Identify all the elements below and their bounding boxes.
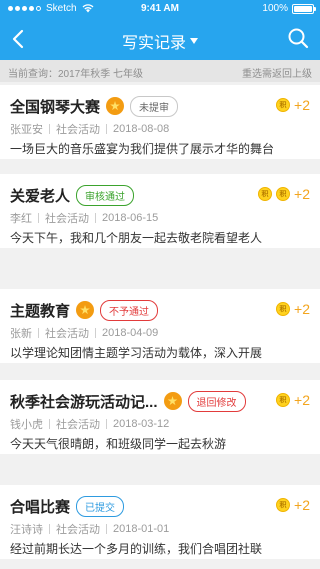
star-icon [167,396,178,406]
divider [95,213,96,223]
divider [38,213,39,223]
record-description: 一场巨大的音乐盛宴为我们提供了展示才华的舞台 [10,142,275,156]
status-badge: 审核通过 [76,184,135,206]
star-icon [80,305,90,315]
coin-icon: 积 [276,302,291,316]
points-indicator: 积积 +2 [258,186,310,202]
record-description: 经过前期长达一个多月的训练，我们合唱团社联 [10,542,263,556]
record-card[interactable]: 主题教育 不予通过 积 +2 张新 社会活动 2018-04-09 以学理论知团情主题学习活动… [0,289,320,363]
current-query: 当前查询：2017年秋季 七年级 [8,69,144,80]
reselect-link[interactable]: 重选需返回上级 [242,65,312,80]
status-bar: Sketch 9:41 AM 100% [0,0,320,18]
record-date: 2018-06-15 [102,212,159,224]
record-title: 主题教育 [10,302,71,320]
medal-icon [163,392,182,410]
divider [38,328,39,338]
record-title: 合唱比赛 [10,498,71,516]
status-badge: 未提审 [130,95,179,117]
record-date: 2018-03-12 [113,418,170,430]
record-date: 2018-01-01 [113,523,170,535]
status-badge: 已提交 [76,495,125,517]
coin-icon: 积 [276,98,291,112]
record-date: 2018-04-09 [102,327,159,339]
query-bar: 当前查询：2017年秋季 七年级 重选需返回上级 [0,60,320,82]
points-value: +2 [294,301,310,317]
record-description: 今天下午，我和几个朋友一起去敬老院看望老人 [10,231,263,245]
record-category: 社会活动 [56,419,100,431]
page-title: 写实记录 [121,35,186,52]
divider [106,419,107,429]
record-category: 社会活动 [56,524,100,536]
points-value: +2 [294,97,310,113]
battery-icon [292,3,316,14]
record-date: 2018-08-08 [113,123,170,135]
points-indicator: 积 +2 [276,497,310,513]
points-indicator: 积 +2 [276,301,310,317]
status-badge: 不予通过 [100,299,159,321]
coin-icon: 积 [276,498,291,512]
coin-icon: 积 [258,187,273,201]
record-author: 张亚安 [10,124,43,136]
divider [95,328,96,338]
coin-icon: 积 [276,187,291,201]
coin-icon: 积 [276,393,291,407]
record-category: 社会活动 [56,124,100,136]
search-icon[interactable] [286,26,310,50]
points-indicator: 积 +2 [276,392,310,408]
record-title: 关爱老人 [10,187,71,205]
record-description: 以学理论知团情主题学习活动为载体，深入开展 [10,346,263,360]
page-title-dropdown[interactable]: 写实记录 [122,29,198,53]
record-card[interactable]: 合唱比赛 已提交 积 +2 汪诗诗 社会活动 2018-01-01 经过前期长达一个多月的训练… [0,485,320,559]
divider [49,524,50,534]
record-meta: 汪诗诗 社会活动 2018-01-01 [10,521,169,537]
battery-percent: 100% [262,3,288,14]
record-author: 李红 [10,213,32,225]
record-author: 张新 [10,328,32,340]
points-value: +2 [294,186,310,202]
record-meta: 钱小虎 社会活动 2018-03-12 [10,416,169,432]
record-category: 社会活动 [45,328,89,340]
medal-icon [106,97,125,115]
record-card[interactable]: 秋季社会游玩活动记... 退回修改 积 +2 钱小虎 社会活动 2018-03-12 今天天气… [0,380,320,454]
medal-icon [76,301,95,319]
record-title: 秋季社会游玩活动记... [10,393,158,411]
record-author: 汪诗诗 [10,524,43,536]
record-card[interactable]: 全国钢琴大赛 未提审 积 +2 张亚安 社会活动 2018-08-08 一场巨大的音乐盛宴为我… [0,85,320,159]
record-category: 社会活动 [45,213,89,225]
record-title: 全国钢琴大赛 [10,98,101,116]
nav-bar: 写实记录 [0,18,320,60]
record-description: 今天天气很晴朗，和班级同学一起去秋游 [10,437,227,451]
divider [106,524,107,534]
record-meta: 张亚安 社会活动 2018-08-08 [10,121,169,137]
top-bar: Sketch 9:41 AM 100% 写实记录 [0,0,320,60]
points-value: +2 [294,497,310,513]
star-icon [110,101,120,111]
divider [49,419,50,429]
points-value: +2 [294,392,310,408]
status-badge: 退回修改 [187,390,246,412]
divider [106,124,107,134]
caret-down-icon [190,38,198,44]
record-meta: 张新 社会活动 2018-04-09 [10,325,158,341]
record-card[interactable]: 关爱老人 审核通过积积 +2 李红 社会活动 2018-06-15 今天下午，我和几个朋友一… [0,174,320,248]
record-meta: 李红 社会活动 2018-06-15 [10,210,158,226]
divider [49,124,50,134]
record-author: 钱小虎 [10,419,43,431]
points-indicator: 积 +2 [276,97,310,113]
